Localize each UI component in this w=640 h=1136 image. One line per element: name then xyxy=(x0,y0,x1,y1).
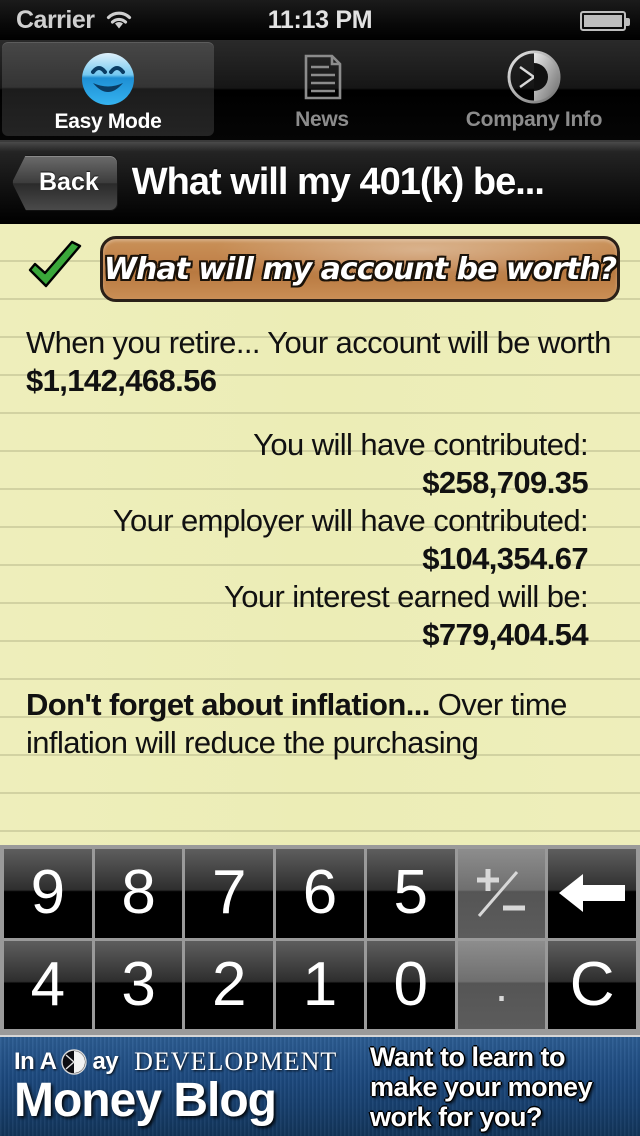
key-3-label: 3 xyxy=(121,949,156,1019)
inflation-heading: Don't forget about inflation... xyxy=(26,687,430,722)
ad-pitch-line-2: make your money xyxy=(370,1071,593,1102)
smiley-face-icon xyxy=(79,50,137,108)
tab-company-info[interactable]: Company Info xyxy=(428,40,640,140)
key-decimal[interactable]: . xyxy=(457,940,546,1029)
battery-nub xyxy=(626,18,630,26)
ad-title: Money Blog xyxy=(14,1073,277,1127)
ad-brand-block: In A ay DEVELOPMENT Money Blog xyxy=(0,1047,370,1127)
lead-paragraph: When you retire... Your account will be … xyxy=(26,324,614,400)
key-4[interactable]: 4 xyxy=(4,940,92,1029)
plus-minus-icon xyxy=(471,858,531,928)
key-decimal-label: . xyxy=(495,958,508,1011)
battery-full-icon xyxy=(580,11,630,31)
question-banner-title: What will my account be worth? xyxy=(103,251,617,287)
interest-value: $779,404.54 xyxy=(422,617,588,652)
back-button[interactable]: Back xyxy=(12,154,118,211)
result-body: When you retire... Your account will be … xyxy=(0,302,640,762)
ad-brand-prefix: In A xyxy=(14,1047,57,1075)
key-0-label: 0 xyxy=(393,949,428,1019)
document-page-icon xyxy=(293,48,351,106)
lead-value: $1,142,468.56 xyxy=(26,363,217,398)
nav-bar: Back What will my 401(k) be... xyxy=(0,142,640,224)
key-5[interactable]: 5 xyxy=(366,849,455,938)
in-a-day-logo-icon xyxy=(505,48,563,106)
ad-pitch-block: Want to learn to make your money work fo… xyxy=(370,1042,640,1132)
clock-label: 11:13 PM xyxy=(267,5,373,34)
key-clear-label: C xyxy=(569,949,615,1019)
ad-banner[interactable]: In A ay DEVELOPMENT Money Blog Want to l… xyxy=(0,1035,640,1136)
in-a-day-logo-icon xyxy=(61,1048,88,1075)
status-bar: Carrier 11:13 PM xyxy=(0,0,640,40)
contribution-value-self: $258,709.35 xyxy=(422,465,588,500)
contribution-value-employer: $104,354.67 xyxy=(422,541,588,576)
tab-easy-mode[interactable]: Easy Mode xyxy=(2,42,214,136)
contribution-label-employer: Your employer will have contributed: xyxy=(112,503,589,538)
page-title: What will my 401(k) be... xyxy=(131,161,544,203)
ad-pitch-line-3: work for you? xyxy=(370,1101,543,1132)
key-2-label: 2 xyxy=(212,949,247,1019)
question-banner: What will my account be worth? xyxy=(100,236,620,302)
key-3[interactable]: 3 xyxy=(94,940,183,1029)
key-1-label: 1 xyxy=(302,949,338,1019)
keypad-row-top: 9 8 7 6 5 xyxy=(4,849,637,938)
key-6-label: 6 xyxy=(302,858,338,928)
question-banner-row: What will my account be worth? xyxy=(0,224,640,302)
key-7-label: 7 xyxy=(212,858,247,928)
green-checkmark-icon xyxy=(24,240,86,298)
contribution-label-self: You will have contributed: xyxy=(253,427,588,462)
key-5-label: 5 xyxy=(393,858,428,928)
ad-brand-row: In A ay DEVELOPMENT xyxy=(14,1047,370,1077)
key-1[interactable]: 1 xyxy=(276,940,364,1029)
tab-news[interactable]: News xyxy=(216,40,428,140)
key-8-label: 8 xyxy=(121,858,156,928)
battery-fill xyxy=(584,15,622,27)
keypad-row-bottom: 4 3 2 1 0 . C xyxy=(4,940,637,1029)
key-8[interactable]: 8 xyxy=(94,849,183,938)
lead-prefix: When you retire... Your account will be … xyxy=(26,325,611,360)
inflation-paragraph: Don't forget about inflation... Over tim… xyxy=(26,686,614,762)
ad-pitch-line-1: Want to learn to xyxy=(370,1041,566,1072)
tab-label-company-info: Company Info xyxy=(465,108,603,131)
ad-development-label: DEVELOPMENT xyxy=(134,1046,338,1076)
tab-label-news: News xyxy=(295,108,349,131)
backspace-arrow-icon xyxy=(555,868,629,918)
tab-bar: Easy Mode News Company Info xyxy=(0,40,640,142)
interest-label: Your interest earned will be: xyxy=(223,579,589,614)
key-9-label: 9 xyxy=(30,858,66,928)
key-9[interactable]: 9 xyxy=(4,849,92,938)
results-content: What will my account be worth? When you … xyxy=(0,224,640,845)
key-6[interactable]: 6 xyxy=(276,849,364,938)
key-clear[interactable]: C xyxy=(548,940,637,1029)
numeric-keypad: 9 8 7 6 5 4 3 2 1 0 . C xyxy=(0,845,640,1035)
key-0[interactable]: 0 xyxy=(366,940,455,1029)
key-backspace[interactable] xyxy=(548,849,637,938)
key-4-label: 4 xyxy=(30,949,66,1019)
key-plus-minus[interactable] xyxy=(457,849,546,938)
key-2[interactable]: 2 xyxy=(185,940,274,1029)
key-7[interactable]: 7 xyxy=(185,849,274,938)
tab-label-easy-mode: Easy Mode xyxy=(54,110,162,133)
ad-brand-suffix: ay xyxy=(92,1047,119,1075)
